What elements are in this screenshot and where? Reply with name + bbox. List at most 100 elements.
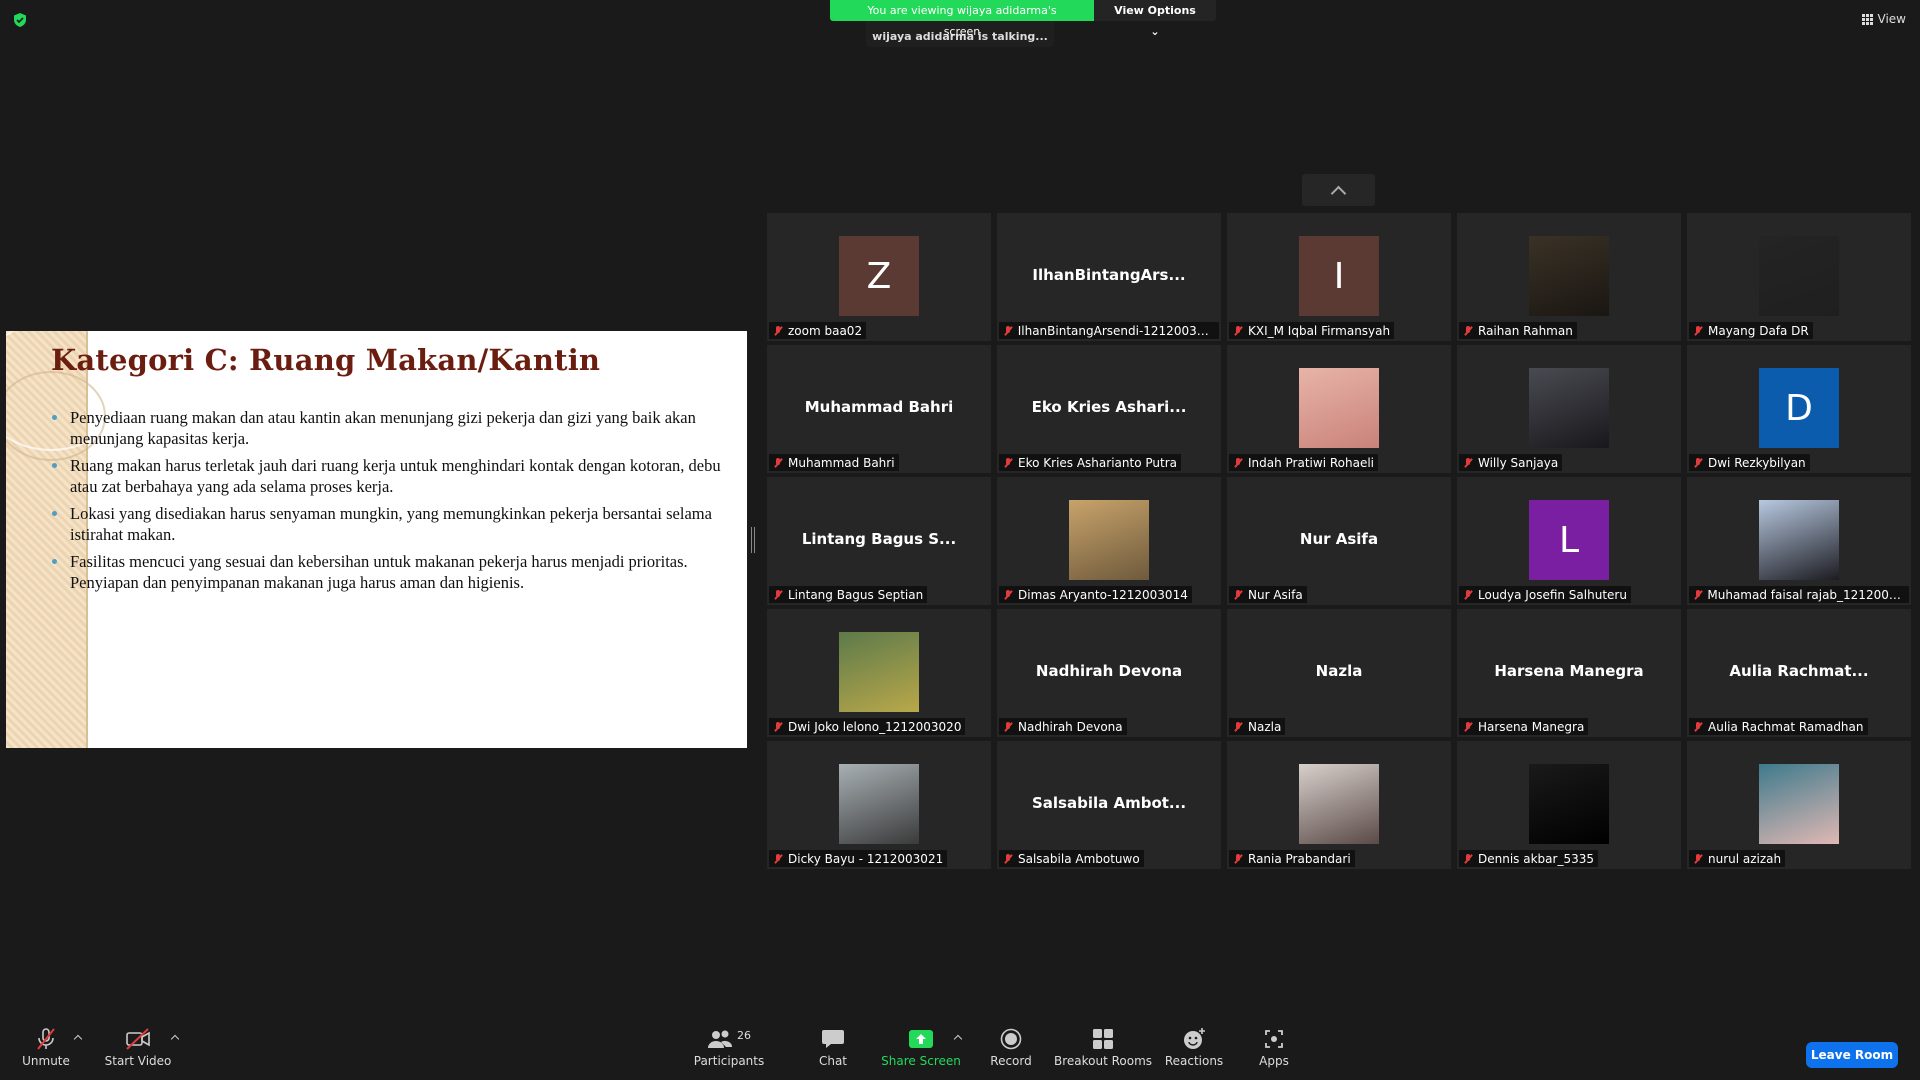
participant-name: KXI_M Iqbal Firmansyah [1248, 323, 1391, 338]
unmute-label: Unmute [22, 1054, 70, 1068]
participant-tile[interactable]: I KXI_M Iqbal Firmansyah [1227, 213, 1451, 341]
leave-room-button[interactable]: Leave Room [1806, 1042, 1898, 1068]
chevron-up-icon [1330, 185, 1347, 201]
muted-mic-icon [772, 721, 784, 733]
participant-gallery: Zzoom baa02 IlhanBintangArs... IlhanBintan… [767, 213, 1911, 869]
screen-share-banner: You are viewing wijaya adidarma's screen… [830, 0, 1216, 38]
share-screen-icon [909, 1026, 933, 1052]
participant-display-name: Nur Asifa [1299, 530, 1379, 548]
participant-name-tag: Indah Pratiwi Rohaeli [1229, 454, 1378, 471]
participant-name: Indah Pratiwi Rohaeli [1248, 455, 1374, 470]
participant-tile[interactable]: Salsabila Ambot... Salsabila Ambotuwo [997, 741, 1221, 869]
slide-title: Kategori C: Ruang Makan/Kantin [51, 343, 601, 377]
muted-mic-icon [1232, 853, 1244, 865]
participant-tile[interactable]: Dicky Bayu - 1212003021 [767, 741, 991, 869]
participant-name-tag: Salsabila Ambotuwo [999, 850, 1144, 867]
participant-tile[interactable]: L Loudya Josefin Salhuteru [1457, 477, 1681, 605]
participant-name-tag: zoom baa02 [769, 322, 867, 339]
participant-name: Mayang Dafa DR [1708, 323, 1809, 338]
muted-mic-icon [772, 589, 784, 601]
muted-mic-icon [1232, 325, 1244, 337]
participants-button[interactable]: 26 Participants [693, 1026, 765, 1069]
participant-tile[interactable]: Rania Prabandari [1227, 741, 1451, 869]
share-screen-label: Share Screen [881, 1054, 961, 1068]
participant-tile[interactable]: Muhamad faisal rajab_12120030... [1687, 477, 1911, 605]
participant-tile[interactable]: Indah Pratiwi Rohaeli [1227, 345, 1451, 473]
audio-options-caret-icon[interactable] [73, 1034, 83, 1044]
participant-name-tag: Lintang Bagus Septian [769, 586, 928, 603]
start-video-button[interactable]: Start Video [104, 1026, 172, 1068]
view-options-button[interactable]: View Options ⌄ [1094, 0, 1216, 38]
breakout-rooms-label: Breakout Rooms [1053, 1054, 1153, 1068]
unmute-button[interactable]: Unmute [22, 1026, 70, 1068]
participant-tile[interactable]: Nazla Nazla [1227, 609, 1451, 737]
muted-mic-icon [1692, 325, 1704, 337]
split-view-resize-handle[interactable] [751, 527, 755, 553]
breakout-rooms-button[interactable]: Breakout Rooms [1054, 1026, 1152, 1068]
reactions-button[interactable]: Reactions [1164, 1026, 1224, 1068]
participant-name-tag: Dimas Aryanto-1212003014 [999, 586, 1192, 603]
record-icon [1000, 1026, 1022, 1052]
participant-name: Nadhirah Devona [1018, 719, 1123, 734]
muted-mic-icon [1002, 721, 1014, 733]
participant-tile[interactable]: D Dwi Rezkybilyan [1687, 345, 1911, 473]
slide-bullet: Lokasi yang disediakan harus senyaman mu… [51, 503, 731, 545]
participant-tile[interactable]: Nadhirah Devona Nadhirah Devona [997, 609, 1221, 737]
avatar-photo [1299, 764, 1379, 844]
view-options-label: View Options [1114, 4, 1196, 17]
participant-name: Dimas Aryanto-1212003014 [1018, 587, 1188, 602]
participant-tile[interactable]: Raihan Rahman [1457, 213, 1681, 341]
participant-tile[interactable]: Willy Sanjaya [1457, 345, 1681, 473]
muted-mic-icon [1692, 721, 1704, 733]
participants-count: 26 [737, 1028, 751, 1042]
participant-tile[interactable]: Dimas Aryanto-1212003014 [997, 477, 1221, 605]
participant-tile[interactable]: nurul azizah [1687, 741, 1911, 869]
chat-button[interactable]: Chat [813, 1026, 853, 1068]
muted-mic-icon [1462, 325, 1474, 337]
grid-view-icon [1861, 13, 1873, 25]
start-video-label: Start Video [104, 1054, 172, 1068]
leave-room-label: Leave Room [1810, 1048, 1894, 1062]
reactions-smiley-icon [1182, 1026, 1206, 1052]
participant-name: Eko Kries Asharianto Putra [1018, 455, 1177, 470]
participant-name-tag: Raihan Rahman [1459, 322, 1577, 339]
muted-mic-icon [1462, 721, 1474, 733]
participant-display-name: Nadhirah Devona [1035, 662, 1183, 680]
avatar-initial: D [1759, 368, 1839, 448]
participant-name-tag: Muhamad faisal rajab_12120030... [1689, 586, 1909, 603]
participant-tile[interactable]: Nur Asifa Nur Asifa [1227, 477, 1451, 605]
view-button[interactable]: View [1861, 12, 1906, 26]
participant-tile[interactable]: Dennis akbar_5335 [1457, 741, 1681, 869]
participant-tile[interactable]: Dwi Joko lelono_1212003020 [767, 609, 991, 737]
gallery-page-up-button[interactable] [1302, 174, 1375, 206]
muted-mic-icon [1462, 853, 1474, 865]
participant-name-tag: Willy Sanjaya [1459, 454, 1563, 471]
participant-tile[interactable]: Muhammad Bahri Muhammad Bahri [767, 345, 991, 473]
record-button[interactable]: Record [990, 1026, 1032, 1068]
viewing-screen-label: You are viewing wijaya adidarma's screen [830, 0, 1094, 38]
participant-tile[interactable]: Zzoom baa02 [767, 213, 991, 341]
avatar-photo [1529, 236, 1609, 316]
apps-button[interactable]: Apps [1258, 1026, 1290, 1068]
avatar-photo [1529, 764, 1609, 844]
security-shield-icon[interactable] [12, 12, 28, 28]
share-screen-button[interactable]: Share Screen [881, 1026, 961, 1068]
participant-name: Lintang Bagus Septian [788, 587, 924, 602]
avatar-photo [1759, 764, 1839, 844]
participant-tile[interactable]: Eko Kries Ashari... Eko Kries Asharianto … [997, 345, 1221, 473]
participant-tile[interactable]: Lintang Bagus S... Lintang Bagus Septian [767, 477, 991, 605]
participant-name-tag: IlhanBintangArsendi-1212003017 [999, 322, 1219, 339]
participant-tile[interactable]: IlhanBintangArs... IlhanBintangArsendi-12… [997, 213, 1221, 341]
video-options-caret-icon[interactable] [170, 1034, 180, 1044]
participant-name-tag: nurul azizah [1689, 850, 1786, 867]
muted-mic-icon [1462, 457, 1474, 469]
participant-tile[interactable]: Harsena Manegra Harsena Manegra [1457, 609, 1681, 737]
muted-mic-icon [1002, 325, 1014, 337]
participant-tile[interactable]: Mayang Dafa DR [1687, 213, 1911, 341]
participants-label: Participants [693, 1054, 765, 1068]
reactions-label: Reactions [1164, 1054, 1224, 1068]
participant-tile[interactable]: Aulia Rachmat... Aulia Rachmat Ramadhan [1687, 609, 1911, 737]
participant-name: Dwi Rezkybilyan [1708, 455, 1806, 470]
participant-name: Salsabila Ambotuwo [1018, 851, 1140, 866]
muted-microphone-icon [33, 1026, 59, 1052]
